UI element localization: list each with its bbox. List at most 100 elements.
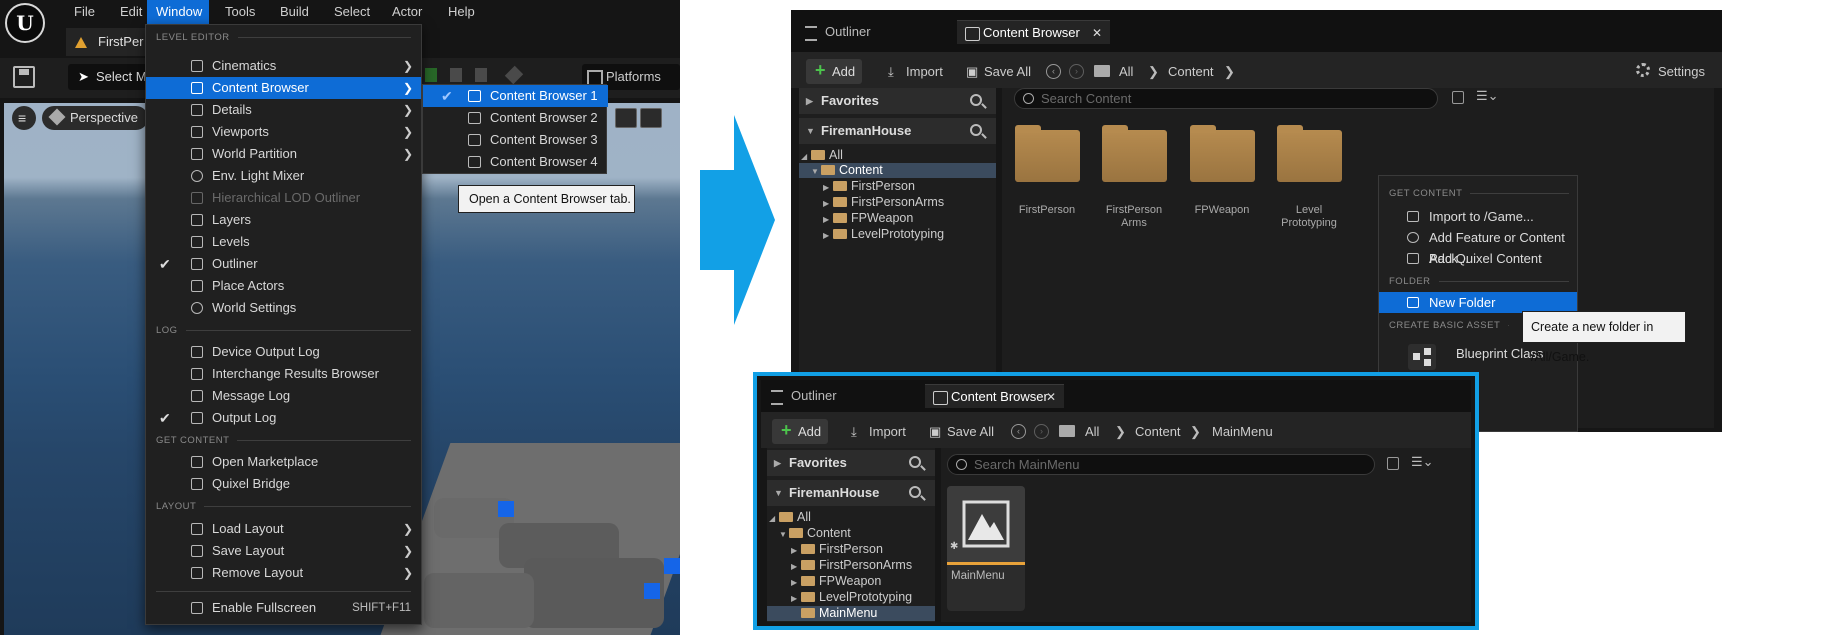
- menu-build[interactable]: Build: [271, 0, 318, 24]
- forward-icon[interactable]: ›: [1069, 64, 1084, 79]
- maximize-icon[interactable]: [640, 108, 662, 128]
- menu-item-outliner[interactable]: ✔ Outliner: [146, 253, 421, 275]
- tab-outliner[interactable]: Outliner: [767, 384, 837, 408]
- add-button[interactable]: Add: [772, 418, 828, 444]
- tree-item-fpweapon[interactable]: ▶ FPWeapon: [799, 211, 996, 226]
- breadcrumb-all[interactable]: All: [1119, 59, 1133, 84]
- menu-item-place-actors[interactable]: Place Actors: [146, 275, 421, 297]
- menu-item-world-settings[interactable]: World Settings: [146, 297, 421, 319]
- save-search-icon[interactable]: [1452, 91, 1464, 104]
- breadcrumb-content[interactable]: Content: [1135, 419, 1181, 444]
- tab-content-browser[interactable]: Content Browser ✕: [925, 384, 1064, 408]
- tree-item-levelprototyping[interactable]: ▶ LevelPrototyping: [767, 590, 935, 605]
- folder-tile-firstperson[interactable]: [1015, 125, 1080, 182]
- menu-item-levels[interactable]: Levels: [146, 231, 421, 253]
- folder-icon[interactable]: [1059, 425, 1075, 437]
- menu-item-content-browser[interactable]: Content Browser ❯: [146, 77, 421, 99]
- menu-item-output-log[interactable]: ✔ Output Log: [146, 407, 421, 429]
- menu-window[interactable]: Window: [147, 0, 209, 24]
- tree-item-all[interactable]: ◢ All: [799, 148, 996, 163]
- menu-item-new-folder[interactable]: New Folder: [1379, 292, 1577, 313]
- menu-edit[interactable]: Edit: [111, 0, 151, 24]
- menu-item-details[interactable]: Details ❯: [146, 99, 421, 121]
- back-icon[interactable]: ‹: [1046, 64, 1061, 79]
- tree-item-firstpersonarms[interactable]: ▶ FirstPersonArms: [799, 195, 996, 210]
- menu-select[interactable]: Select: [325, 0, 379, 24]
- menu-item-quixel-bridge[interactable]: Quixel Bridge: [146, 473, 421, 495]
- search-icon[interactable]: [970, 94, 982, 106]
- tree-item-content[interactable]: ▼ Content: [767, 526, 935, 541]
- breadcrumb-mainmenu[interactable]: MainMenu: [1212, 419, 1273, 444]
- folder-tile-fpweapon[interactable]: [1190, 125, 1255, 182]
- menu-item-add-feature[interactable]: Add Feature or Content Pack...: [1379, 227, 1577, 266]
- menu-item-import-to[interactable]: Import to /Game...: [1379, 206, 1577, 227]
- submenu-item-content-browser-4[interactable]: Content Browser 4: [423, 151, 608, 173]
- play-icon[interactable]: [425, 68, 437, 82]
- menu-item-remove-layout[interactable]: Remove Layout ❯: [146, 562, 421, 584]
- pause-icon[interactable]: [450, 68, 462, 82]
- folder-icon[interactable]: [1094, 65, 1110, 77]
- settings-button[interactable]: Settings: [1658, 59, 1705, 84]
- tree-item-levelprototyping[interactable]: ▶ LevelPrototyping: [799, 227, 996, 242]
- menu-item-load-layout[interactable]: Load Layout ❯: [146, 518, 421, 540]
- search-icon[interactable]: [909, 486, 921, 498]
- folder-tile-levelprototyping[interactable]: [1277, 125, 1342, 182]
- tree-item-fpweapon[interactable]: ▶ FPWeapon: [767, 574, 935, 589]
- menu-actor[interactable]: Actor: [383, 0, 431, 24]
- menu-item-interchange-results[interactable]: Interchange Results Browser: [146, 363, 421, 385]
- breadcrumb-content[interactable]: Content: [1168, 59, 1214, 84]
- gear-icon[interactable]: [1636, 63, 1650, 77]
- save-all-button[interactable]: ▣ Save All: [966, 59, 1031, 84]
- tree-item-content[interactable]: ▼ Content: [799, 163, 996, 178]
- folder-tile-firstpersonarms[interactable]: [1102, 125, 1167, 182]
- tab-outliner[interactable]: Outliner: [801, 20, 871, 44]
- menu-help[interactable]: Help: [439, 0, 484, 24]
- back-icon[interactable]: ‹: [1011, 424, 1026, 439]
- save-icon[interactable]: [13, 66, 35, 88]
- menu-item-layers[interactable]: Layers: [146, 209, 421, 231]
- realtime-icon[interactable]: [615, 108, 637, 128]
- forward-icon[interactable]: ›: [1034, 424, 1049, 439]
- favorites-header[interactable]: ▶ Favorites: [799, 88, 996, 114]
- submenu-item-content-browser-3[interactable]: Content Browser 3: [423, 129, 608, 151]
- perspective-button[interactable]: Perspective: [42, 106, 148, 130]
- search-icon[interactable]: [970, 124, 982, 136]
- tab-content-browser[interactable]: Content Browser ✕: [957, 20, 1110, 44]
- search-input[interactable]: Search Content: [1014, 88, 1438, 109]
- menu-item-open-marketplace[interactable]: Open Marketplace: [146, 451, 421, 473]
- tree-item-all[interactable]: ◢ All: [767, 510, 935, 525]
- add-button[interactable]: Add: [806, 58, 862, 84]
- menu-item-device-output-log[interactable]: Device Output Log: [146, 341, 421, 363]
- tree-item-firstpersonarms[interactable]: ▶ FirstPersonArms: [767, 558, 935, 573]
- tree-item-firstperson[interactable]: ▶ FirstPerson: [767, 542, 935, 557]
- save-search-icon[interactable]: [1387, 457, 1399, 470]
- stop-icon[interactable]: [475, 68, 487, 82]
- menu-item-world-partition[interactable]: World Partition ❯: [146, 143, 421, 165]
- menu-item-add-quixel[interactable]: Add Quixel Content: [1379, 248, 1577, 269]
- import-button[interactable]: ⤓ Import: [851, 419, 906, 444]
- eject-icon[interactable]: [504, 65, 524, 85]
- menu-item-save-layout[interactable]: Save Layout ❯: [146, 540, 421, 562]
- search-input[interactable]: Search MainMenu: [947, 454, 1375, 475]
- submenu-item-content-browser-1[interactable]: ✔ Content Browser 1: [423, 85, 608, 107]
- submenu-item-content-browser-2[interactable]: Content Browser 2: [423, 107, 608, 129]
- menu-file[interactable]: File: [65, 0, 104, 24]
- menu-item-env-light-mixer[interactable]: Env. Light Mixer: [146, 165, 421, 187]
- import-button[interactable]: ⤓ Import: [888, 59, 943, 84]
- menu-item-cinematics[interactable]: Cinematics ❯: [146, 55, 421, 77]
- breadcrumb-all[interactable]: All: [1085, 419, 1099, 444]
- tree-item-mainmenu[interactable]: MainMenu: [767, 606, 935, 621]
- menu-item-message-log[interactable]: Message Log: [146, 385, 421, 407]
- menu-item-enable-fullscreen[interactable]: Enable Fullscreen SHIFT+F11: [146, 597, 421, 619]
- menu-tools[interactable]: Tools: [216, 0, 264, 24]
- favorites-header[interactable]: ▶ Favorites: [767, 450, 935, 476]
- project-header[interactable]: ▼ FiremanHouse: [767, 480, 935, 506]
- close-icon[interactable]: ✕: [1046, 385, 1056, 409]
- viewport-menu-icon[interactable]: [12, 106, 36, 130]
- project-header[interactable]: ▼ FiremanHouse: [799, 118, 996, 144]
- unreal-logo-icon[interactable]: U: [5, 3, 45, 43]
- filter-icon[interactable]: ☰⌄: [1411, 454, 1434, 470]
- asset-tile-mainmenu[interactable]: ✱ MainMenu: [947, 486, 1025, 611]
- search-icon[interactable]: [909, 456, 921, 468]
- filter-icon[interactable]: ☰⌄: [1476, 88, 1499, 104]
